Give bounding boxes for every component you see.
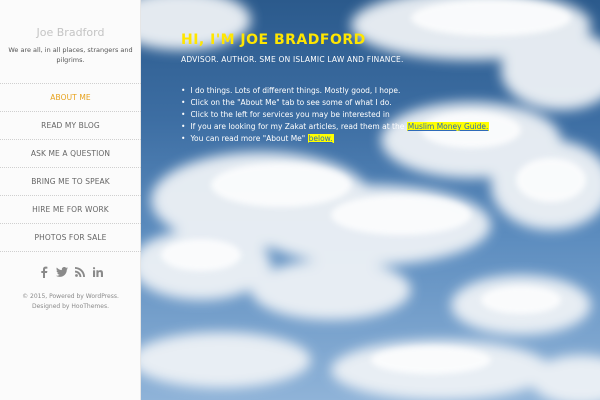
- hero-section: HI, I'M JOE BRADFORD ADVISOR. AUTHOR. SM…: [141, 0, 600, 400]
- list-item: You can read more "About Me" below.: [181, 133, 489, 145]
- footer-designer: Designed by HooThemes.: [32, 303, 109, 310]
- hero-title: HI, I'M JOE BRADFORD: [181, 32, 366, 48]
- list-item: If you are looking for my Zakat articles…: [181, 121, 490, 133]
- list-item-text: You can read more "About Me": [190, 134, 308, 143]
- sidebar: Joe Bradford We are all, in all places, …: [0, 0, 141, 400]
- list-item-text: If you are looking for my Zakat articles…: [190, 122, 407, 131]
- linkedin-icon[interactable]: [92, 266, 104, 278]
- twitter-icon[interactable]: [55, 266, 68, 278]
- menu-item-ask-me-a-question[interactable]: ASK ME A QUESTION: [0, 140, 141, 168]
- read-more-below-link[interactable]: below.: [307, 134, 334, 143]
- list-item: Click to the left for services you may b…: [181, 109, 489, 121]
- menu-item-photos-for-sale[interactable]: PHOTOS FOR SALE: [0, 224, 141, 252]
- hero-subtitle: ADVISOR. AUTHOR. SME ON ISLAMIC LAW AND …: [181, 55, 404, 64]
- facebook-icon[interactable]: [38, 266, 50, 278]
- social-links: [0, 266, 141, 278]
- list-item-text: Click to the left for services you may b…: [190, 110, 390, 119]
- intro-list: I do things. Lots of different things. M…: [181, 85, 490, 145]
- site-title[interactable]: Joe Bradford: [0, 26, 141, 39]
- list-item: Click on the "About Me" tab to see some …: [181, 97, 489, 109]
- list-item-text: I do things. Lots of different things. M…: [190, 86, 401, 95]
- main-menu: ABOUT ME READ MY BLOG ASK ME A QUESTION …: [0, 83, 141, 252]
- list-item-text: Click on the "About Me" tab to see some …: [190, 98, 392, 107]
- muslim-money-guide-link[interactable]: Muslim Money Guide.: [406, 122, 490, 131]
- menu-item-about-me[interactable]: ABOUT ME: [0, 84, 141, 112]
- menu-item-bring-me-to-speak[interactable]: BRING ME TO SPEAK: [0, 168, 141, 196]
- rss-icon[interactable]: [74, 266, 86, 278]
- menu-item-read-my-blog[interactable]: READ MY BLOG: [0, 112, 141, 140]
- site-tagline: We are all, in all places, strangers and…: [8, 46, 133, 64]
- footer-credits: © 2015, Powered by WordPress. Designed b…: [0, 292, 141, 312]
- menu-item-hire-me-for-work[interactable]: HIRE ME FOR WORK: [0, 196, 141, 224]
- list-item: I do things. Lots of different things. M…: [181, 85, 489, 97]
- footer-copyright: © 2015, Powered by WordPress.: [22, 293, 119, 300]
